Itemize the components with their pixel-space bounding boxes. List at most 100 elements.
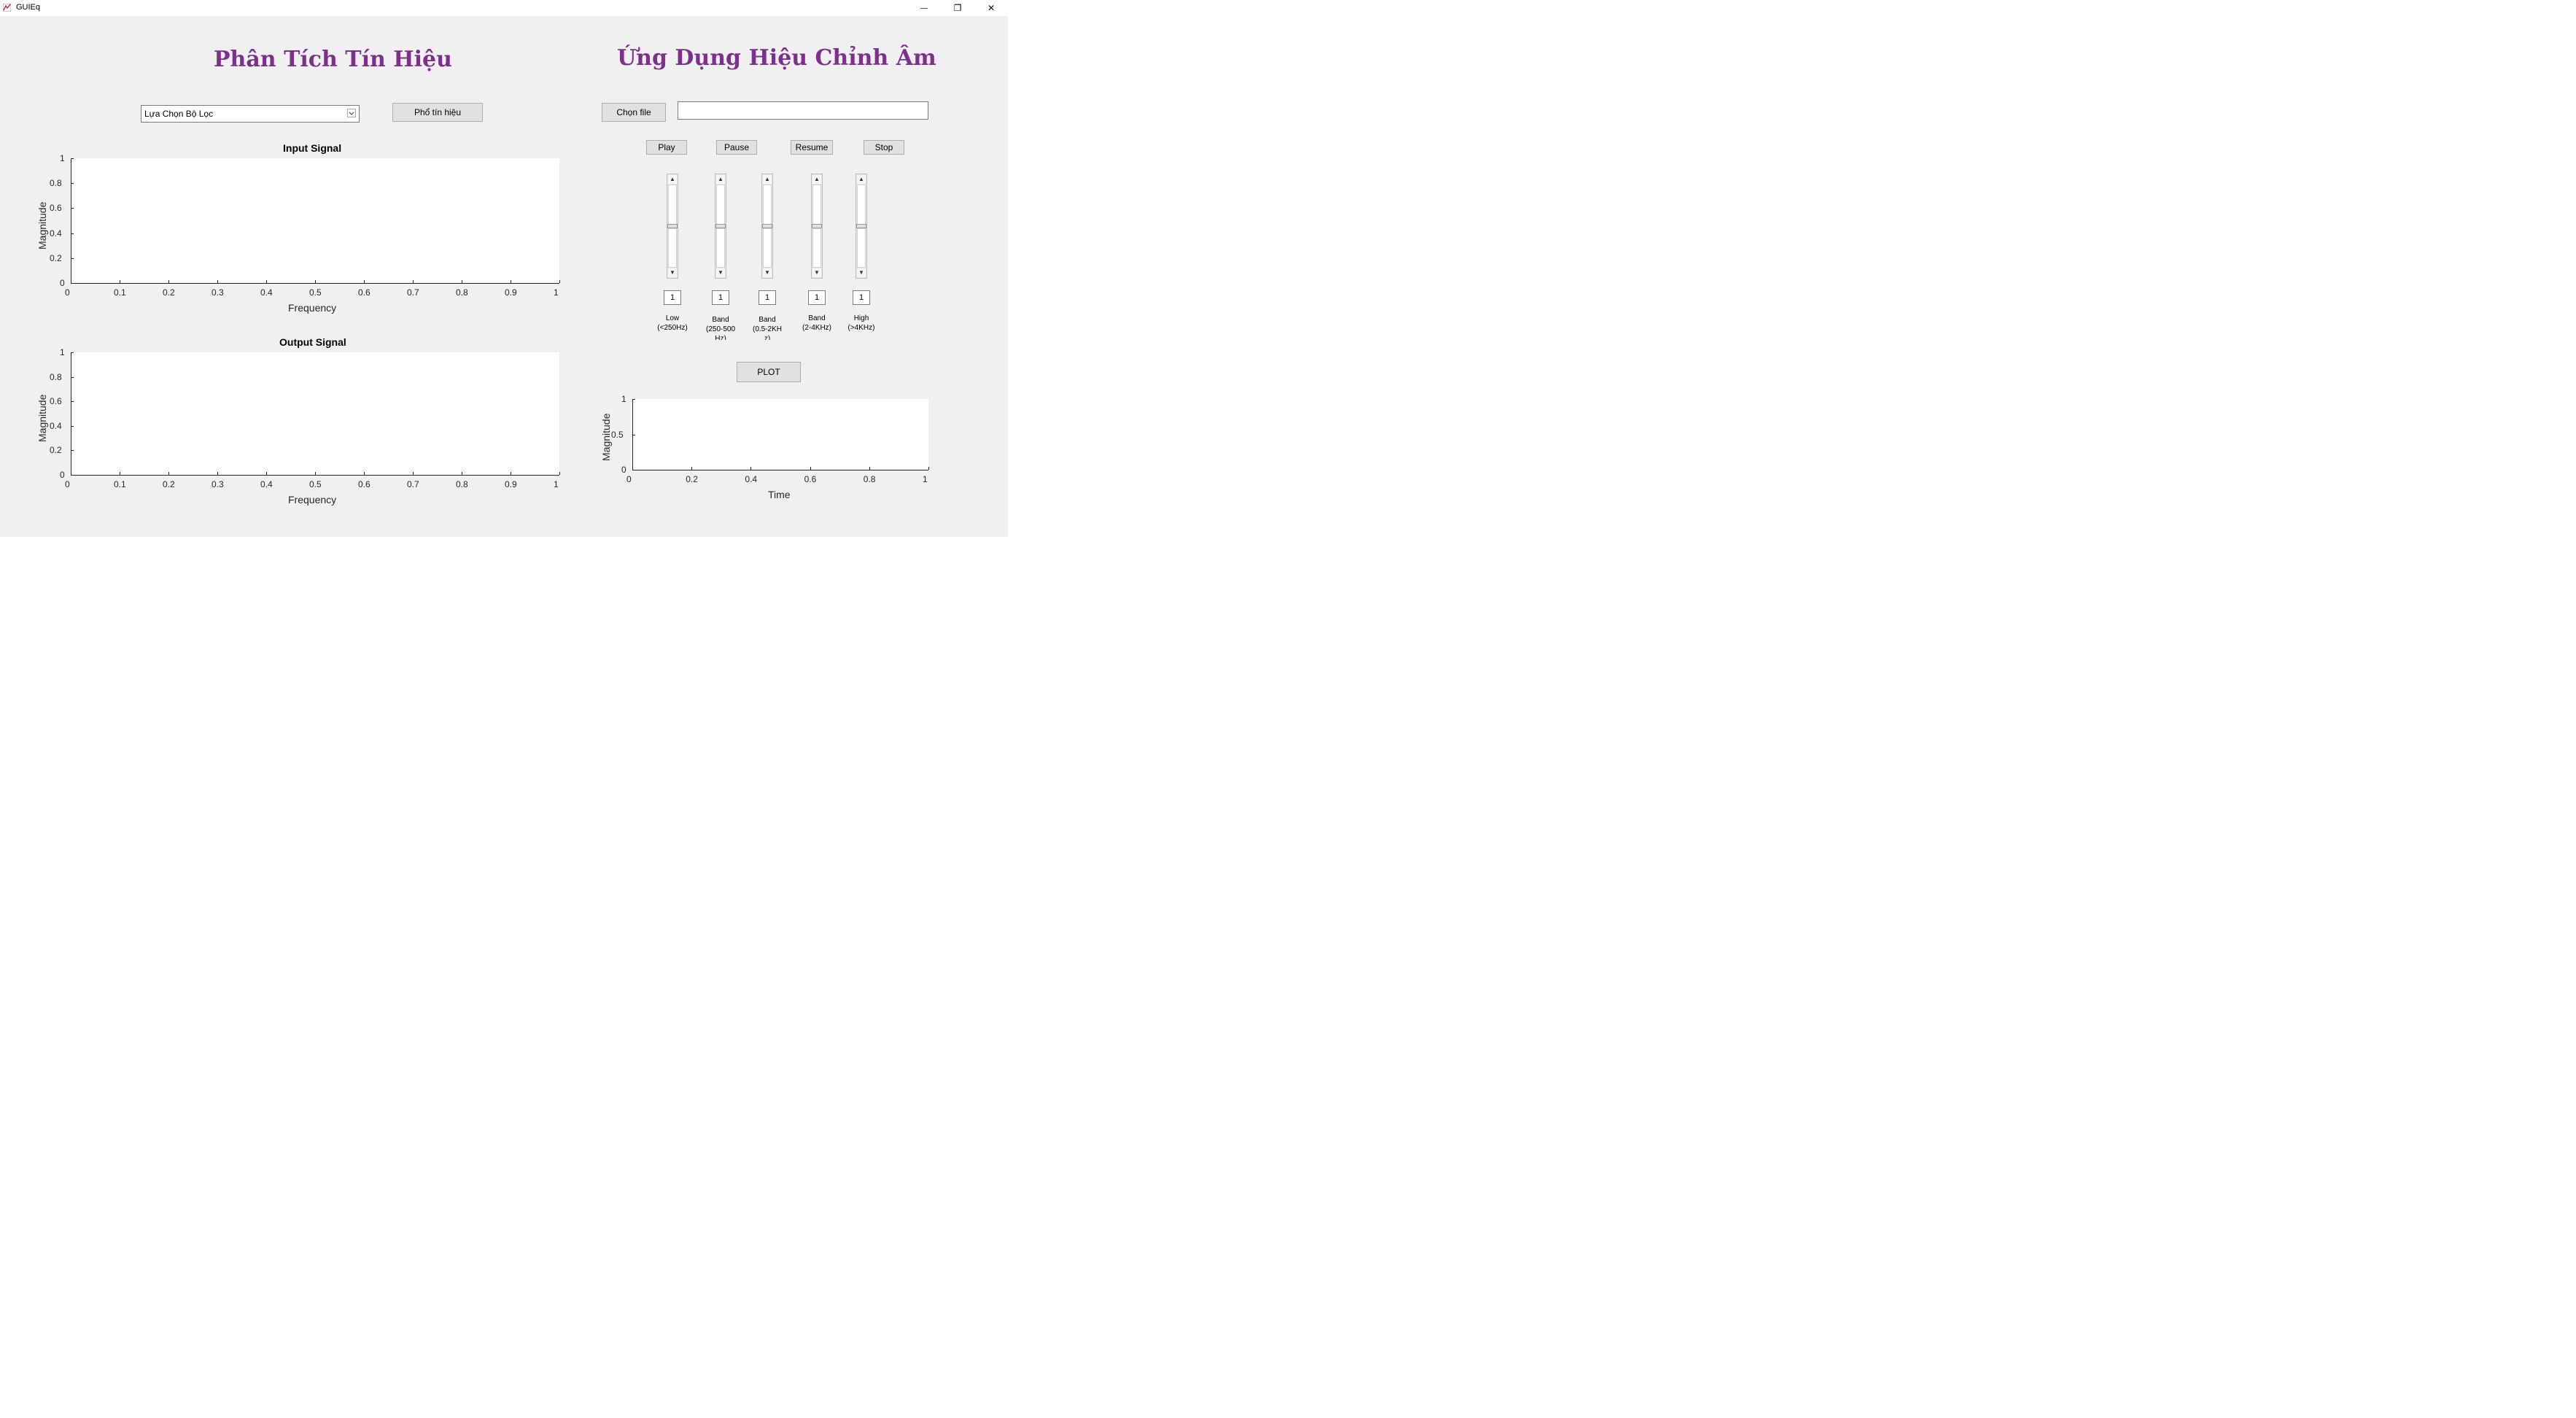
band-label-line: (250-500 bbox=[705, 325, 736, 333]
slider-down-arrow-icon[interactable]: ▼ bbox=[812, 268, 821, 277]
x-tick-label: 0.8 bbox=[456, 479, 468, 489]
file-path-input[interactable] bbox=[678, 101, 928, 120]
band-label-line: High bbox=[853, 314, 869, 322]
band-label-line: Hz) bbox=[715, 335, 726, 340]
input-x-axis bbox=[71, 283, 559, 284]
x-tick-label: 0.3 bbox=[212, 479, 224, 489]
slider-track-upper bbox=[857, 185, 866, 225]
y-tick bbox=[71, 183, 74, 185]
spectrum-button[interactable]: Phổ tín hiệu bbox=[392, 103, 483, 122]
y-tick bbox=[71, 376, 74, 378]
slider-up-arrow-icon[interactable]: ▲ bbox=[716, 175, 725, 184]
band-gain-input[interactable]: 1 bbox=[808, 290, 826, 305]
band-slider[interactable]: ▲ ▼ bbox=[761, 174, 773, 279]
input-x-label: Frequency bbox=[288, 302, 337, 314]
x-tick-label: 0.6 bbox=[804, 474, 817, 484]
band-slider[interactable]: ▲ ▼ bbox=[715, 174, 726, 279]
x-tick-label: 0.5 bbox=[309, 287, 322, 298]
x-tick-label: 0.8 bbox=[863, 474, 876, 484]
band-slider[interactable]: ▲ ▼ bbox=[811, 174, 823, 279]
y-tick-label: 0.2 bbox=[50, 445, 62, 456]
window-title: GUIEq bbox=[16, 3, 41, 12]
band-label-line: (0.5-2KH bbox=[752, 325, 782, 333]
left-heading: Phân Tích Tín Hiệu bbox=[214, 47, 452, 72]
x-tick bbox=[168, 280, 169, 283]
output-plot-area bbox=[71, 352, 559, 475]
band-label-line: Band bbox=[808, 314, 826, 322]
x-tick bbox=[266, 280, 267, 283]
band-slider[interactable]: ▲ ▼ bbox=[667, 174, 678, 279]
y-tick bbox=[71, 208, 74, 209]
band-label: Band (250-500 Hz) bbox=[699, 315, 742, 340]
y-tick bbox=[71, 450, 74, 452]
band-slider[interactable]: ▲ ▼ bbox=[856, 174, 867, 279]
slider-track-upper bbox=[763, 185, 772, 225]
y-tick-label: 0.6 bbox=[50, 203, 62, 214]
pause-button[interactable]: Pause bbox=[716, 140, 757, 155]
y-tick-label: 0.4 bbox=[50, 420, 62, 431]
band-gain-input[interactable]: 1 bbox=[853, 290, 870, 305]
y-tick-label: 1 bbox=[60, 347, 65, 357]
y-tick bbox=[71, 352, 74, 353]
x-tick-label: 1 bbox=[554, 287, 559, 298]
slider-track-lower bbox=[763, 228, 772, 268]
close-button[interactable]: ✕ bbox=[974, 0, 1008, 16]
x-tick-label: 0.9 bbox=[505, 287, 517, 298]
minimize-button[interactable]: — bbox=[907, 0, 941, 16]
band-label-line: (2-4KHz) bbox=[802, 324, 831, 332]
slider-down-arrow-icon[interactable]: ▼ bbox=[716, 268, 725, 277]
slider-up-arrow-icon[interactable]: ▲ bbox=[763, 175, 772, 184]
plot-button[interactable]: PLOT bbox=[737, 362, 801, 382]
band-label: Band (0.5-2KH z) bbox=[745, 315, 789, 340]
y-tick bbox=[71, 425, 74, 427]
y-tick bbox=[71, 158, 74, 159]
choose-file-button[interactable]: Chọn file bbox=[602, 103, 666, 122]
stop-button[interactable]: Stop bbox=[864, 140, 904, 155]
y-tick-label: 0 bbox=[60, 278, 65, 288]
right-heading: Ứng Dụng Hiệu Chỉnh Âm bbox=[617, 45, 936, 71]
band-gain-input[interactable]: 1 bbox=[759, 290, 776, 305]
slider-up-arrow-icon[interactable]: ▲ bbox=[812, 175, 821, 184]
x-tick-label: 0.4 bbox=[260, 287, 273, 298]
resume-button[interactable]: Resume bbox=[791, 140, 833, 155]
slider-down-arrow-icon[interactable]: ▼ bbox=[668, 268, 677, 277]
slider-track-upper bbox=[668, 185, 677, 225]
x-tick-label: 0.7 bbox=[407, 287, 419, 298]
play-button[interactable]: Play bbox=[646, 140, 687, 155]
slider-up-arrow-icon[interactable]: ▲ bbox=[857, 175, 866, 184]
filter-select[interactable]: Lựa Chọn Bộ Lọc bbox=[141, 105, 360, 123]
slider-track-lower bbox=[812, 228, 821, 268]
x-tick bbox=[413, 280, 414, 283]
restore-button[interactable]: ❐ bbox=[941, 0, 974, 16]
title-bar: GUIEq — ❐ ✕ bbox=[0, 0, 1008, 16]
band-gain-input[interactable]: 1 bbox=[664, 290, 681, 305]
band-gain-input[interactable]: 1 bbox=[712, 290, 729, 305]
time-y-label: Magnitude bbox=[600, 413, 612, 461]
x-tick bbox=[928, 467, 929, 470]
chevron-down-icon bbox=[347, 109, 356, 117]
band-label: High (>4KHz) bbox=[839, 314, 883, 334]
y-tick bbox=[632, 399, 635, 400]
y-tick bbox=[71, 283, 74, 284]
x-tick-label: 0.6 bbox=[358, 287, 371, 298]
x-tick-label: 0.6 bbox=[358, 479, 371, 489]
band-label: Low (<250Hz) bbox=[651, 314, 694, 334]
time-x-label: Time bbox=[768, 489, 791, 500]
app-window: GUIEq — ❐ ✕ Phân Tích Tín Hiệu Lựa Chọn … bbox=[0, 0, 1008, 537]
band-label-line: (>4KHz) bbox=[847, 324, 875, 332]
slider-down-arrow-icon[interactable]: ▼ bbox=[857, 268, 866, 277]
slider-down-arrow-icon[interactable]: ▼ bbox=[763, 268, 772, 277]
y-tick-label: 0.6 bbox=[50, 396, 62, 407]
x-tick bbox=[750, 467, 752, 470]
output-x-label: Frequency bbox=[288, 494, 337, 505]
y-tick bbox=[71, 475, 74, 476]
x-tick-label: 0 bbox=[65, 287, 70, 298]
y-tick-label: 0.8 bbox=[50, 178, 62, 189]
filter-select-value: Lựa Chọn Bộ Lọc bbox=[144, 109, 214, 119]
input-plot-area bbox=[71, 158, 559, 283]
slider-up-arrow-icon[interactable]: ▲ bbox=[668, 175, 677, 184]
x-tick-label: 0.2 bbox=[686, 474, 698, 484]
y-tick bbox=[71, 401, 74, 403]
x-tick bbox=[364, 472, 365, 475]
band-label: Band (2-4KHz) bbox=[795, 314, 839, 334]
